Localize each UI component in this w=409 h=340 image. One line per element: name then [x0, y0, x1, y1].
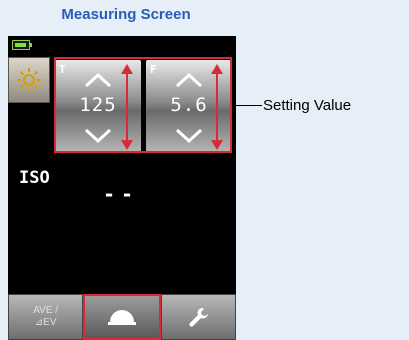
meter-screen: T 125 F 5.6 ISO -- AVE / ⊿EV — [8, 36, 236, 340]
aperture-label: F — [150, 63, 157, 76]
tab-ave-ev-label: AVE / ⊿EV — [33, 305, 59, 328]
setting-value-callout: Setting Value — [263, 97, 352, 114]
tab-settings[interactable] — [160, 294, 236, 340]
bottom-tab-bar: AVE / ⊿EV — [8, 294, 236, 340]
shutter-label: T — [59, 63, 66, 76]
iso-label: ISO — [19, 168, 50, 188]
battery-icon — [12, 40, 32, 50]
callout-line — [236, 105, 262, 106]
aperture-adjust-arrow-icon — [211, 64, 223, 150]
wrench-icon — [189, 308, 209, 327]
iso-value: -- — [102, 182, 140, 206]
sun-icon — [17, 68, 41, 92]
light-mode-button[interactable] — [8, 57, 50, 103]
aperture-up-icon[interactable] — [174, 72, 204, 88]
screen-title: Measuring Screen — [61, 6, 191, 23]
shutter-down-icon[interactable] — [83, 128, 113, 144]
shutter-up-icon[interactable] — [83, 72, 113, 88]
aperture-down-icon[interactable] — [174, 128, 204, 144]
tab-ave-ev[interactable]: AVE / ⊿EV — [8, 294, 84, 340]
shutter-adjust-arrow-icon — [121, 64, 133, 150]
tab-measuring[interactable] — [83, 294, 161, 340]
dome-icon — [107, 310, 136, 325]
